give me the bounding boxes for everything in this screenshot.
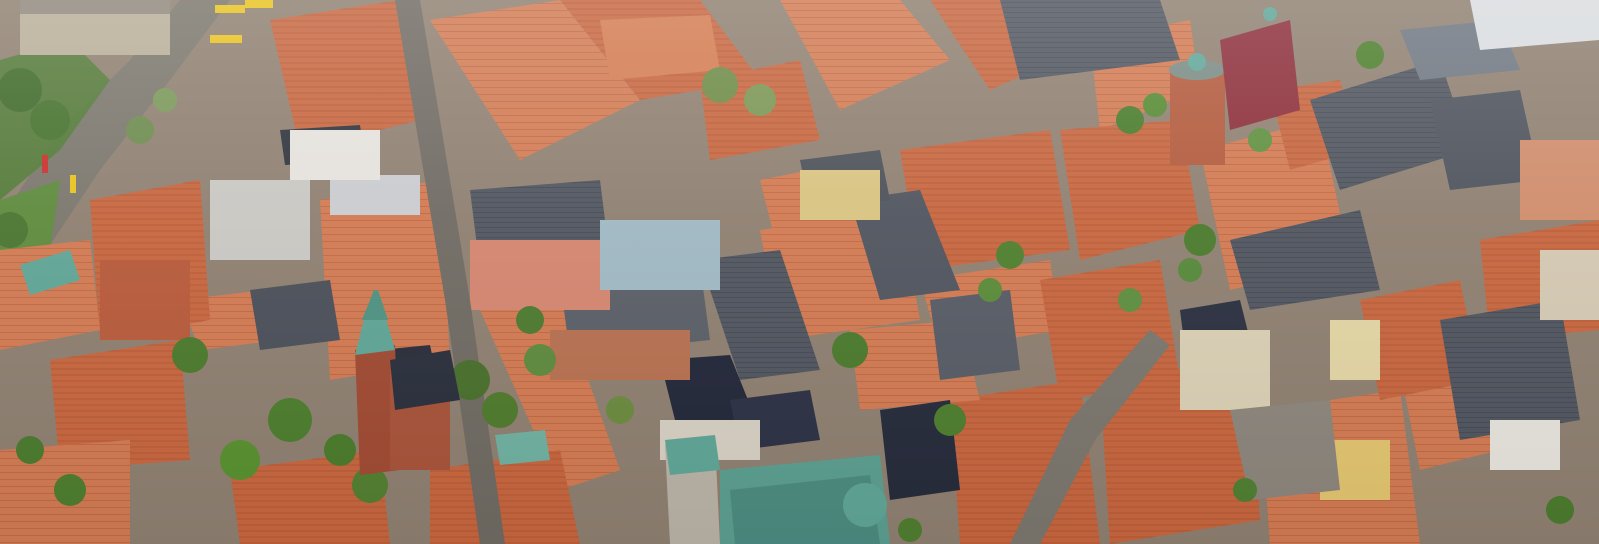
city-aerial-view bbox=[0, 0, 1599, 544]
aerial-photo bbox=[0, 0, 1599, 544]
